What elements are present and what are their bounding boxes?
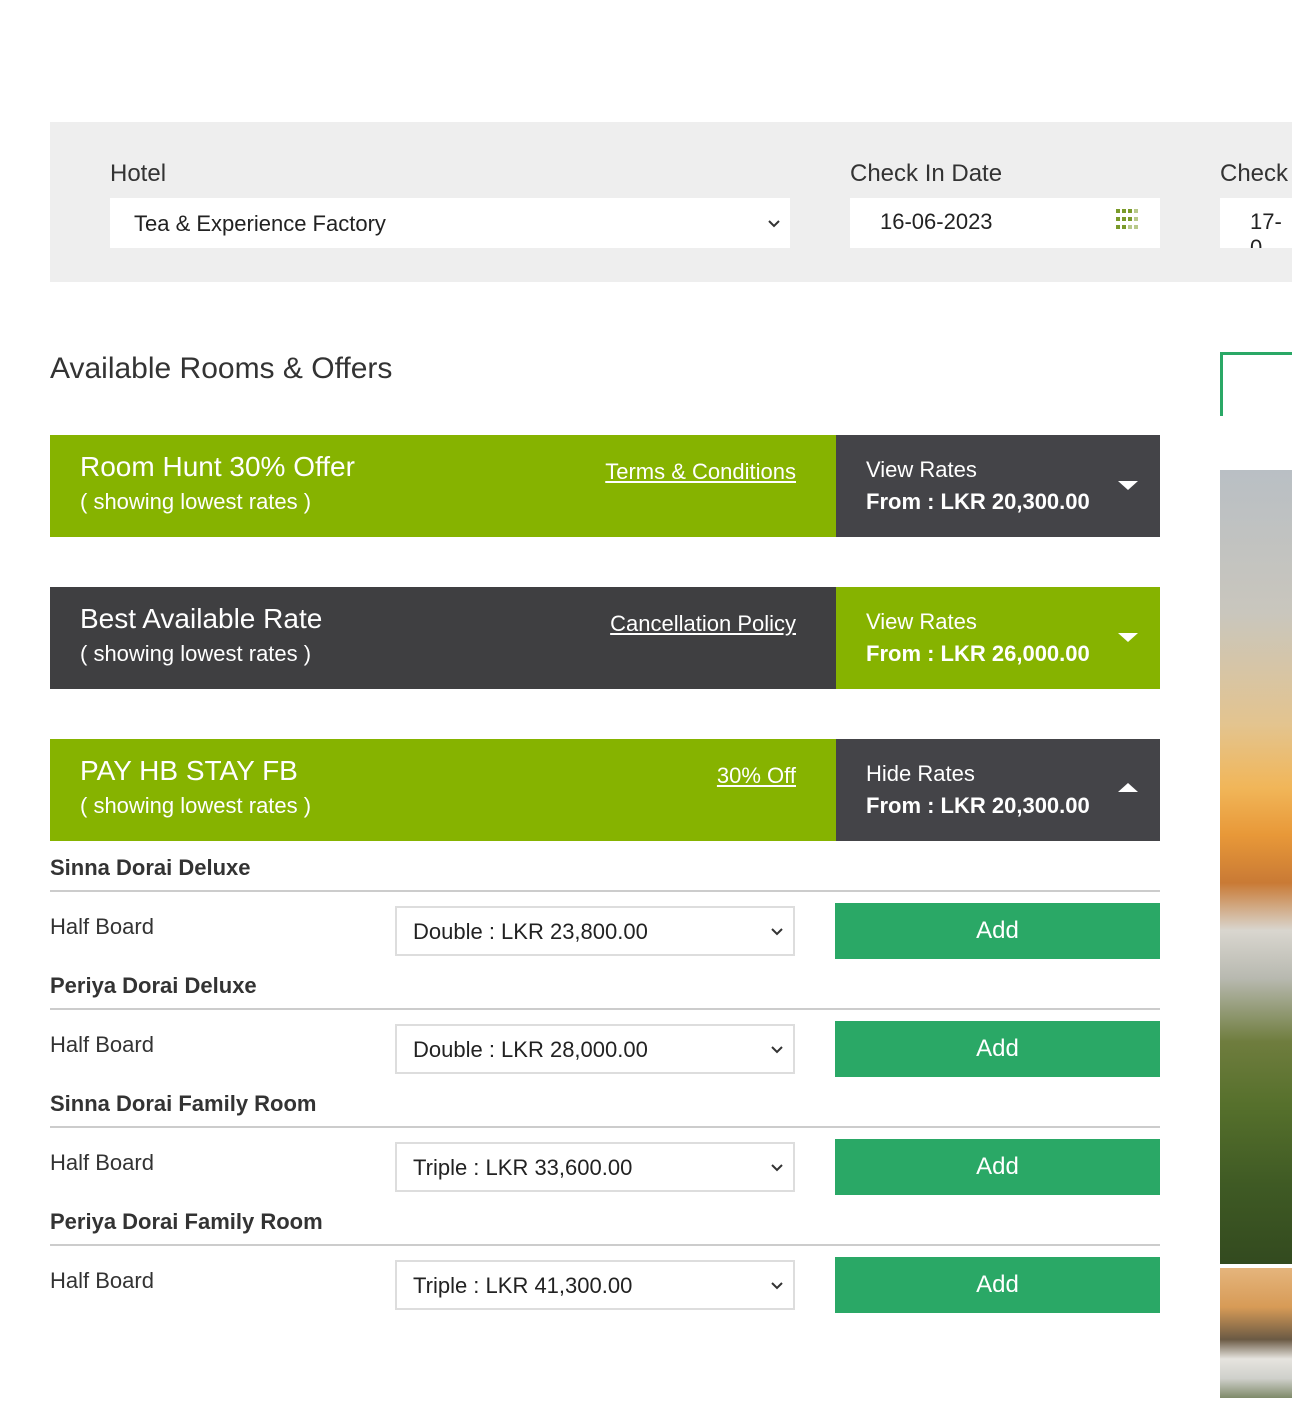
chevron-down-icon <box>771 1044 783 1056</box>
rate-select[interactable]: Double : LKR 23,800.00 <box>395 906 795 956</box>
hotel-select-value: Tea & Experience Factory <box>134 211 386 236</box>
checkout-label: Check <box>1220 160 1289 187</box>
offer-header: Best Available Rate ( showing lowest rat… <box>50 587 836 689</box>
checkin-date-input[interactable]: 16-06-2023 <box>850 198 1160 248</box>
room-name: Sinna Dorai Deluxe <box>50 855 251 880</box>
chevron-down-icon <box>768 218 780 230</box>
offer-subtitle: ( showing lowest rates ) <box>80 489 312 514</box>
discount-link[interactable]: 30% Off <box>717 763 796 789</box>
rate-select[interactable]: Double : LKR 28,000.00 <box>395 1024 795 1074</box>
chevron-down-icon <box>771 1280 783 1292</box>
rate-select-value: Triple : LKR 41,300.00 <box>413 1273 633 1298</box>
offer-header: Room Hunt 30% Offer ( showing lowest rat… <box>50 435 836 537</box>
divider <box>50 1126 1160 1128</box>
board-type: Half Board <box>50 1268 154 1293</box>
cancellation-policy-link[interactable]: Cancellation Policy <box>610 611 796 637</box>
rates-from-price: From : LKR 20,300.00 <box>866 793 1090 818</box>
divider <box>50 1008 1160 1010</box>
offer-header: PAY HB STAY FB ( showing lowest rates ) … <box>50 739 836 841</box>
rates-toggle-label: View Rates <box>866 609 977 634</box>
offer-name: Best Available Rate <box>80 603 323 634</box>
checkout-date-value: 17-0 <box>1250 209 1282 248</box>
rate-select-value: Double : LKR 28,000.00 <box>413 1037 648 1062</box>
hide-rates-toggle[interactable]: Hide Rates From : LKR 20,300.00 <box>836 739 1160 841</box>
view-rates-toggle[interactable]: View Rates From : LKR 20,300.00 <box>836 435 1160 537</box>
offer-name: Room Hunt 30% Offer <box>80 451 355 482</box>
section-title: Available Rooms & Offers <box>50 352 393 385</box>
board-type: Half Board <box>50 914 154 939</box>
checkin-date-value: 16-06-2023 <box>880 209 993 234</box>
rate-select-value: Triple : LKR 33,600.00 <box>413 1155 633 1180</box>
view-rates-toggle[interactable]: View Rates From : LKR 26,000.00 <box>836 587 1160 689</box>
add-button[interactable]: Add <box>835 1021 1160 1077</box>
hotel-photo-thumbnail <box>1220 1268 1292 1398</box>
caret-up-icon <box>1118 783 1138 792</box>
checkin-label: Check In Date <box>850 160 1003 187</box>
board-type: Half Board <box>50 1032 154 1057</box>
hotel-select[interactable]: Tea & Experience Factory <box>110 198 790 248</box>
terms-conditions-link[interactable]: Terms & Conditions <box>605 459 796 485</box>
add-button[interactable]: Add <box>835 1139 1160 1195</box>
offer-best-available: Best Available Rate ( showing lowest rat… <box>50 587 1160 689</box>
promo-box <box>1220 352 1292 416</box>
offer-subtitle: ( showing lowest rates ) <box>80 793 312 818</box>
rate-select-value: Double : LKR 23,800.00 <box>413 919 648 944</box>
rates-toggle-label: View Rates <box>866 457 977 482</box>
caret-down-icon <box>1118 633 1138 642</box>
search-bar: Hotel Tea & Experience Factory Check In … <box>50 122 1292 282</box>
rates-toggle-label: Hide Rates <box>866 761 975 786</box>
room-name: Periya Dorai Family Room <box>50 1209 323 1234</box>
chevron-down-icon <box>771 1162 783 1174</box>
room-name: Periya Dorai Deluxe <box>50 973 257 998</box>
rate-select[interactable]: Triple : LKR 33,600.00 <box>395 1142 795 1192</box>
rates-from-price: From : LKR 20,300.00 <box>866 489 1090 514</box>
hotel-photo <box>1220 470 1292 1264</box>
rates-from-price: From : LKR 26,000.00 <box>866 641 1090 666</box>
board-type: Half Board <box>50 1150 154 1175</box>
divider <box>50 890 1160 892</box>
room-name: Sinna Dorai Family Room <box>50 1091 317 1116</box>
offer-name: PAY HB STAY FB <box>80 755 298 786</box>
offer-pay-hb-stay-fb: PAY HB STAY FB ( showing lowest rates ) … <box>50 739 1160 841</box>
divider <box>50 1244 1160 1246</box>
rate-select[interactable]: Triple : LKR 41,300.00 <box>395 1260 795 1310</box>
checkout-date-input[interactable]: 17-0 <box>1220 198 1292 248</box>
chevron-down-icon <box>771 926 783 938</box>
caret-down-icon <box>1118 481 1138 490</box>
hotel-label: Hotel <box>110 160 167 187</box>
calendar-icon[interactable] <box>1116 209 1138 231</box>
offer-subtitle: ( showing lowest rates ) <box>80 641 312 666</box>
add-button[interactable]: Add <box>835 903 1160 959</box>
offer-room-hunt: Room Hunt 30% Offer ( showing lowest rat… <box>50 435 1160 537</box>
add-button[interactable]: Add <box>835 1257 1160 1313</box>
